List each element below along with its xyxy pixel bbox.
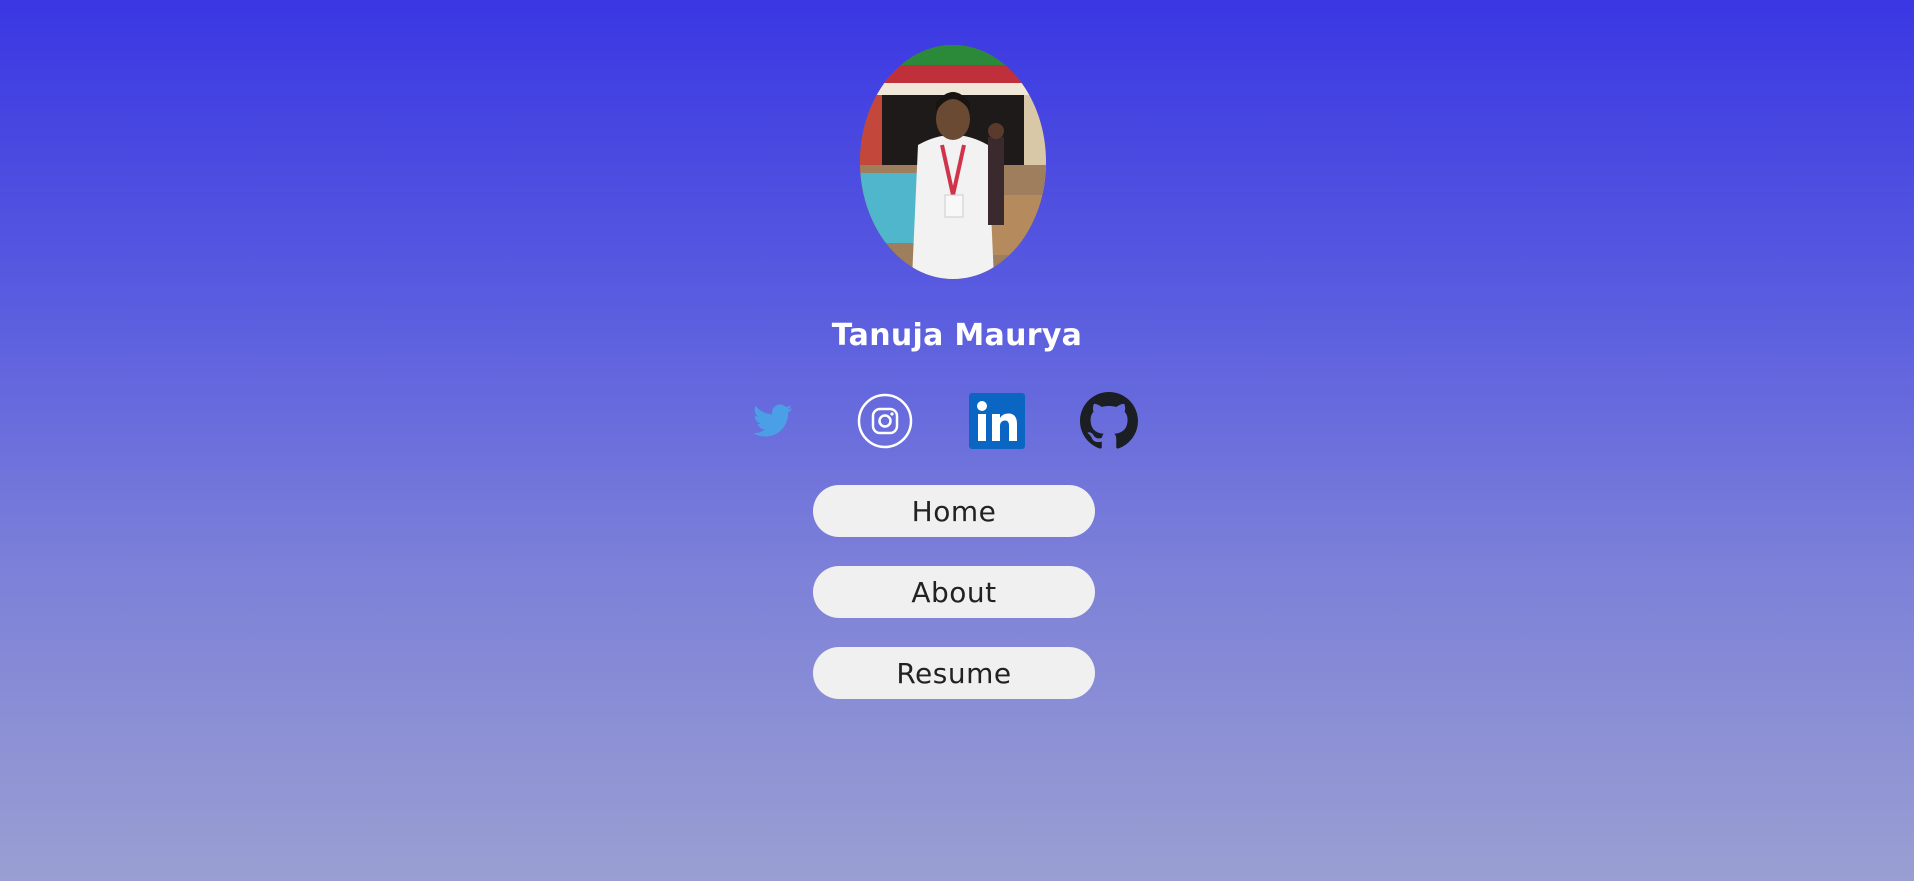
linkedin-link[interactable] — [968, 392, 1026, 450]
profile-name: Tanuja Maurya — [831, 318, 1083, 353]
twitter-icon — [753, 404, 793, 437]
github-link[interactable] — [1080, 392, 1138, 450]
home-button[interactable]: Home — [813, 485, 1095, 537]
github-icon — [1080, 392, 1138, 449]
twitter-link[interactable] — [744, 392, 802, 450]
linkedin-icon — [969, 393, 1025, 449]
instagram-link[interactable] — [856, 392, 914, 450]
profile-page: Tanuja Maurya Home About Resume — [0, 0, 1914, 881]
resume-button[interactable]: Resume — [813, 647, 1095, 699]
avatar — [860, 45, 1046, 279]
about-button[interactable]: About — [813, 566, 1095, 618]
instagram-icon — [857, 393, 913, 449]
